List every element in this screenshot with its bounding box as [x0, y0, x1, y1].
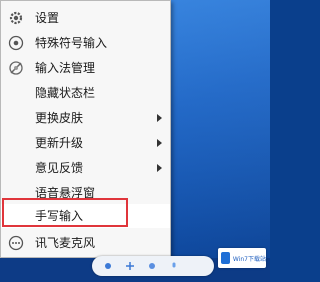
menu-item-label: 输入法管理: [35, 61, 96, 75]
menu-item-update[interactable]: 更新升级: [1, 131, 170, 155]
ime-manage-icon: [8, 60, 24, 76]
special-symbol-icon: [8, 35, 24, 51]
microphone-icon[interactable]: [170, 262, 178, 270]
more-icon: [8, 235, 24, 251]
dot-icon[interactable]: [104, 262, 112, 270]
menu-item-label: 语音悬浮窗: [35, 186, 96, 200]
desktop-light-streak: [170, 0, 270, 282]
menu-item-xunfei-mic[interactable]: 讯飞麦克风: [1, 231, 170, 255]
menu-item-voice-float[interactable]: 语音悬浮窗: [1, 181, 170, 205]
ime-context-menu: 设置 特殊符号输入 输入法管理 隐藏状态栏 更换皮肤 更新升级 意见反馈 语音悬…: [0, 0, 171, 258]
menu-item-label: 更新升级: [35, 136, 84, 150]
menu-item-label: 设置: [35, 11, 60, 25]
submenu-arrow-icon: [157, 164, 162, 172]
watermark-logo: [221, 252, 230, 264]
plus-icon[interactable]: [126, 262, 134, 270]
watermark: Win7下载站: [218, 248, 266, 268]
menu-item-label: 讯飞麦克风: [35, 236, 96, 250]
watermark-text: Win7下载站: [232, 255, 266, 263]
submenu-arrow-icon: [157, 139, 162, 147]
menu-item-label: 更换皮肤: [35, 111, 84, 125]
menu-item-handwriting[interactable]: 手写输入: [1, 204, 170, 228]
menu-item-special-symbols[interactable]: 特殊符号输入: [1, 31, 170, 55]
menu-item-ime-management[interactable]: 输入法管理: [1, 56, 170, 80]
menu-item-label: 特殊符号输入: [35, 36, 108, 50]
menu-item-change-skin[interactable]: 更换皮肤: [1, 106, 170, 130]
gear-icon: [8, 10, 24, 26]
menu-item-label: 手写输入: [35, 209, 84, 223]
dot-icon[interactable]: [148, 262, 156, 270]
menu-item-label: 意见反馈: [35, 161, 84, 175]
menu-item-label: 隐藏状态栏: [35, 86, 96, 100]
submenu-arrow-icon: [157, 114, 162, 122]
menu-item-hide-statusbar[interactable]: 隐藏状态栏: [1, 81, 170, 105]
menu-item-settings[interactable]: 设置: [1, 6, 170, 30]
menu-item-feedback[interactable]: 意见反馈: [1, 156, 170, 180]
ime-status-bar: [92, 256, 214, 276]
